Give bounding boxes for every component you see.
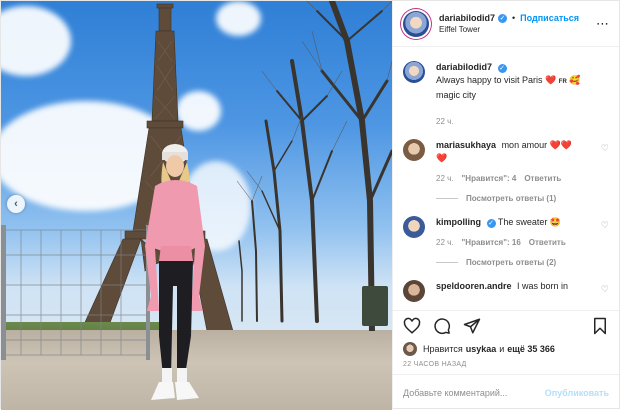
comment-item: kimpolling ✓ The sweater 🤩 22 ч. "Нравит…	[403, 216, 609, 267]
verified-badge-icon: ✓	[498, 13, 508, 23]
more-horizontal-icon[interactable]: ⋯	[596, 16, 609, 32]
commenter-avatar[interactable]	[403, 216, 425, 238]
liker-username[interactable]: usykaa	[466, 344, 497, 354]
comment-item: mariasukhaya mon amour ❤️❤️ ❤️ 22 ч. "Нр…	[403, 139, 609, 203]
caption-body: dariabilodid7 ✓ Always happy to visit Pa…	[436, 61, 609, 126]
commenter-avatar[interactable]	[403, 139, 425, 161]
comment-meta: 22 ч. "Нравится": 16 Ответить	[436, 238, 593, 247]
reply-button[interactable]: Ответить	[529, 238, 566, 247]
like-comment-heart-icon[interactable]: ♡	[601, 220, 609, 231]
likes-conjunction: и	[499, 344, 505, 354]
post-photo[interactable]: ‹	[1, 1, 392, 410]
heart-icon[interactable]	[403, 317, 421, 335]
verified-badge-icon: ✓	[497, 64, 507, 73]
header-row: dariabilodid7 ✓ • Подписаться	[439, 13, 590, 23]
publish-button[interactable]: Опубликовать	[545, 388, 609, 398]
comment-text: kimpolling ✓ The sweater 🤩	[436, 216, 593, 229]
caption: dariabilodid7 ✓ Always happy to visit Pa…	[403, 61, 609, 126]
caption-line-1: Always happy to visit Paris	[436, 75, 543, 85]
comment-text: speldooren.andre I was born in	[436, 280, 593, 293]
follow-button[interactable]: Подписаться	[520, 13, 579, 23]
likes-prefix: Нравится	[423, 344, 463, 354]
share-icon[interactable]	[463, 317, 481, 335]
comment-icon[interactable]	[433, 317, 451, 335]
comments-list[interactable]: dariabilodid7 ✓ Always happy to visit Pa…	[393, 47, 619, 310]
comment-meta: 22 ч. "Нравится": 4 Ответить	[436, 174, 593, 183]
commenter-username[interactable]: speldooren.andre	[436, 281, 512, 291]
caption-time[interactable]: 22 ч.	[436, 117, 454, 126]
header-text: dariabilodid7 ✓ • Подписаться Eiffel Tow…	[439, 13, 590, 34]
view-replies-label[interactable]: Посмотреть ответы (2)	[466, 258, 556, 267]
view-replies[interactable]: Посмотреть ответы (1)	[436, 194, 593, 203]
liker-avatar[interactable]	[403, 342, 417, 356]
comment-body: kimpolling ✓ The sweater 🤩 22 ч. "Нравит…	[436, 216, 609, 267]
comment-message: I was born in	[517, 281, 569, 291]
previous-slide-button[interactable]: ‹	[7, 195, 25, 213]
commenter-username[interactable]: mariasukhaya	[436, 140, 496, 150]
instagram-post: ‹ dariabilodid7 ✓ • Подписаться Eiffel T…	[0, 0, 620, 410]
likes-summary: Нравится usykaa и ещё 35 366	[393, 340, 619, 358]
chevron-left-icon: ‹	[14, 198, 18, 210]
bare-trees	[236, 1, 392, 331]
heart-emoji: ❤️	[545, 75, 557, 85]
comment-message: The sweater	[497, 217, 548, 227]
separator: •	[512, 13, 516, 23]
comment-text: mariasukhaya mon amour ❤️❤️ ❤️	[436, 139, 593, 165]
reply-button[interactable]: Ответить	[524, 174, 561, 183]
comment-input[interactable]	[403, 387, 545, 398]
comment-time[interactable]: 22 ч.	[436, 174, 454, 183]
comment-item: speldooren.andre I was born in ♡	[403, 280, 609, 302]
commenter-username[interactable]: kimpolling	[436, 217, 481, 227]
post-header: dariabilodid7 ✓ • Подписаться Eiffel Tow…	[393, 1, 619, 47]
post-actions	[393, 310, 619, 340]
post-timestamp[interactable]: 22 ЧАСОВ НАЗАД	[393, 358, 619, 374]
caption-text: dariabilodid7 ✓ Always happy to visit Pa…	[436, 61, 593, 102]
author-avatar[interactable]	[403, 10, 429, 37]
add-comment-bar: Опубликовать	[393, 374, 619, 410]
caption-username[interactable]: dariabilodid7	[436, 62, 492, 72]
woman-figure	[145, 144, 205, 400]
replies-line	[436, 198, 458, 199]
smiling-face-emoji: 🥰	[569, 75, 581, 85]
location-link[interactable]: Eiffel Tower	[439, 25, 590, 34]
comment-message: mon amour	[501, 140, 548, 150]
bookmark-icon[interactable]	[591, 317, 609, 335]
author-username[interactable]: dariabilodid7	[439, 13, 495, 23]
post-side-panel: dariabilodid7 ✓ • Подписаться Eiffel Tow…	[392, 1, 619, 410]
flag-emoji: FR	[558, 79, 567, 85]
verified-badge-icon: ✓	[486, 219, 496, 228]
like-comment-heart-icon[interactable]: ♡	[601, 143, 609, 154]
likes-count[interactable]: ещё 35 366	[507, 344, 555, 354]
comment-body: speldooren.andre I was born in	[436, 280, 609, 302]
comment-body: mariasukhaya mon amour ❤️❤️ ❤️ 22 ч. "Нр…	[436, 139, 609, 203]
comment-likes[interactable]: "Нравится": 4	[462, 174, 517, 183]
commenter-avatar[interactable]	[403, 280, 425, 302]
caption-avatar[interactable]	[403, 61, 425, 83]
view-replies-label[interactable]: Посмотреть ответы (1)	[466, 194, 556, 203]
caption-meta: 22 ч.	[436, 117, 593, 126]
comment-time[interactable]: 22 ч.	[436, 238, 454, 247]
caption-line-2: magic city	[436, 90, 477, 100]
heart-emoji: ❤️	[436, 153, 448, 163]
heart-emoji: ❤️❤️	[549, 140, 573, 150]
like-comment-heart-icon[interactable]: ♡	[601, 284, 609, 295]
star-struck-emoji: 🤩	[549, 217, 562, 227]
view-replies[interactable]: Посмотреть ответы (2)	[436, 258, 593, 267]
replies-line	[436, 262, 458, 263]
comment-likes[interactable]: "Нравится": 16	[462, 238, 521, 247]
